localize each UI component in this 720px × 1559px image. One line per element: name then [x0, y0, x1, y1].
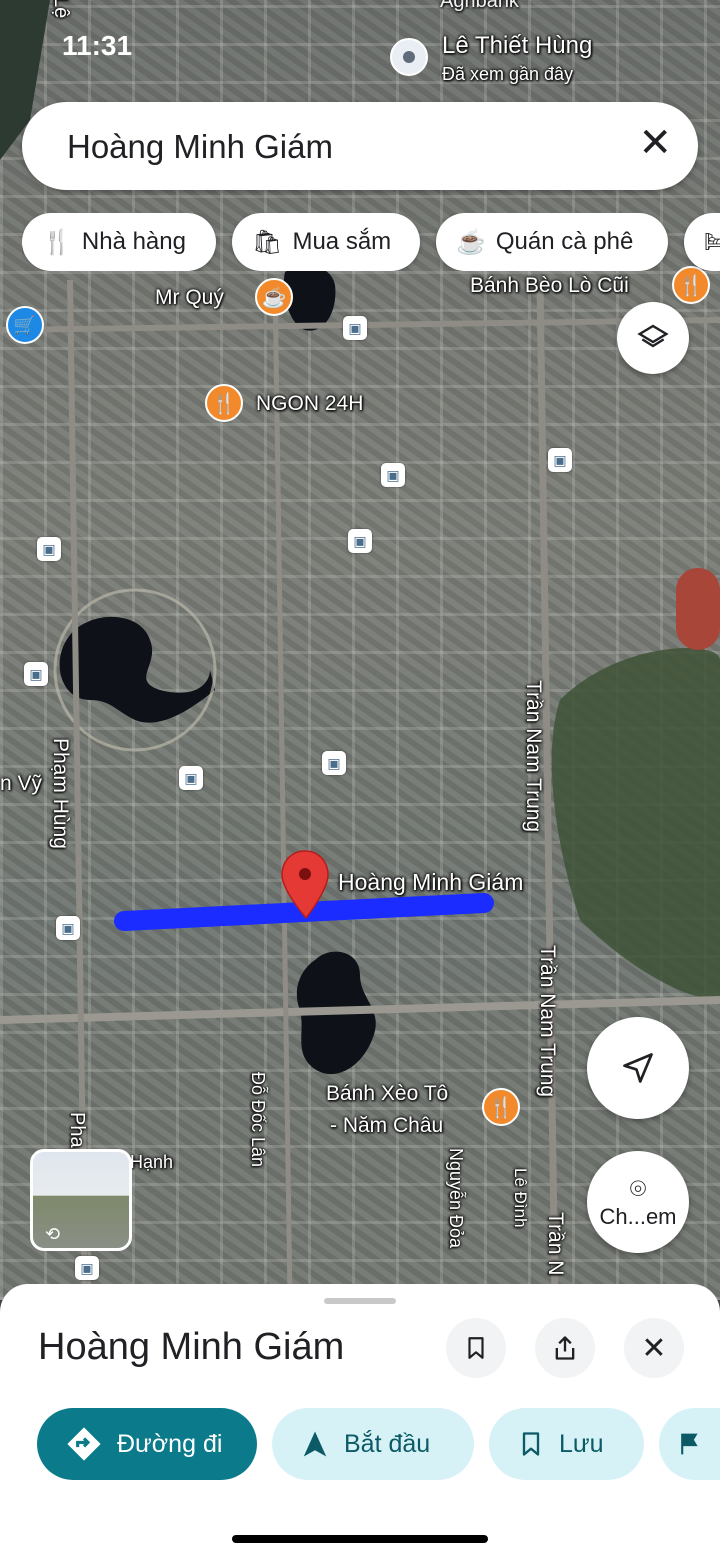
- flag-icon: [681, 1433, 698, 1455]
- directions-label: Đường đi: [117, 1429, 223, 1458]
- coffee-cup-icon: ☕: [456, 228, 486, 256]
- bus-stop-icon[interactable]: ▣: [381, 463, 405, 487]
- restaurant-icon[interactable]: 🍴: [482, 1088, 520, 1126]
- home-indicator[interactable]: [232, 1535, 488, 1543]
- chip-hotel[interactable]: 🛏: [684, 213, 720, 271]
- poi-label-banh-beo[interactable]: Bánh Bèo Lò Cũi: [470, 274, 629, 298]
- chip-label: Nhà hàng: [81, 228, 186, 255]
- search-bar[interactable]: Hoàng Minh Giám ✕: [22, 102, 698, 190]
- poi-label-banh-xeo-line2[interactable]: - Năm Châu: [330, 1114, 443, 1138]
- clear-search-icon[interactable]: ✕: [638, 120, 672, 166]
- search-query[interactable]: Hoàng Minh Giám: [67, 128, 333, 166]
- start-label: Bắt đầu: [344, 1429, 431, 1458]
- street-label-le-dinh: Lê Đình: [511, 1168, 530, 1228]
- navigation-arrow-icon: [623, 1053, 653, 1083]
- bus-stop-icon[interactable]: ▣: [37, 537, 61, 561]
- street-label-pha: Pha: [66, 1112, 88, 1148]
- rotate-360-icon: ⟲: [45, 1224, 61, 1244]
- bus-stop-icon[interactable]: ▣: [24, 662, 48, 686]
- place-bottom-sheet: Hoàng Minh Giám ✕ Đường đi Bắt đầu Lưu: [0, 1284, 720, 1559]
- track-field: [676, 568, 720, 650]
- restaurant-icon[interactable]: 🍴: [205, 384, 243, 422]
- save-icon-button[interactable]: [446, 1318, 506, 1378]
- directions-button[interactable]: Đường đi: [37, 1408, 257, 1480]
- my-location-button[interactable]: [587, 1017, 689, 1119]
- close-button[interactable]: ✕: [624, 1318, 684, 1378]
- street-label-nguyen-doa: Nguyễn Đỏa: [446, 1148, 466, 1249]
- place-title: Hoàng Minh Giám: [38, 1326, 345, 1368]
- chip-label: Mua sắm: [292, 228, 392, 255]
- navigation-arrow-icon: [303, 1431, 327, 1457]
- sheet-drag-handle[interactable]: [324, 1298, 396, 1304]
- close-icon: ✕: [641, 1331, 667, 1365]
- street-label-tran-nam-trung-2: Trần Nam Trung: [536, 945, 559, 1098]
- chip-restaurants[interactable]: 🍴 Nhà hàng: [22, 213, 216, 271]
- restaurant-icon[interactable]: 🍴: [672, 266, 710, 304]
- layers-icon: [637, 324, 669, 348]
- bus-stop-icon[interactable]: ▣: [343, 316, 367, 340]
- bus-stop-icon[interactable]: ▣: [548, 448, 572, 472]
- poi-label-mr-quy[interactable]: Mr Quý: [155, 286, 224, 310]
- poi-label-ngon-24h[interactable]: NGON 24H: [256, 392, 363, 416]
- green-area-east: [551, 648, 720, 1000]
- street-label-vy: n Vỹ: [0, 772, 43, 795]
- share-icon: [555, 1336, 575, 1360]
- top-cut-label: Agribank: [440, 0, 519, 12]
- recent-place-name[interactable]: Lê Thiết Hùng: [442, 32, 592, 60]
- bed-icon: 🛏: [704, 229, 720, 254]
- street-view-thumbnail[interactable]: ⟲: [30, 1149, 132, 1251]
- chip-shopping[interactable]: 🛍 Mua sắm: [232, 213, 420, 271]
- directions-icon: [67, 1427, 101, 1461]
- status-time: 11:31: [62, 30, 133, 61]
- poi-label-banh-xeo-line1[interactable]: Bánh Xèo Tô: [326, 1082, 448, 1106]
- bus-stop-icon[interactable]: ▣: [56, 916, 80, 940]
- layers-button[interactable]: [617, 302, 689, 374]
- selected-street-label: Hoàng Minh Giám: [338, 869, 524, 895]
- street-label-pham-hung: Phạm Hùng: [49, 738, 72, 849]
- camera-icon: ⌾: [629, 1173, 647, 1204]
- bus-stop-icon[interactable]: ▣: [75, 1256, 99, 1280]
- bus-stop-icon[interactable]: ▣: [179, 766, 203, 790]
- bookmark-icon: [522, 1432, 540, 1456]
- camera-search-button[interactable]: ⌾ Ch...em: [587, 1151, 689, 1253]
- coffee-icon[interactable]: ☕: [255, 278, 293, 316]
- category-chips: 🍴 Nhà hàng 🛍 Mua sắm ☕ Quán cà phê 🛏: [22, 213, 720, 271]
- bookmark-icon: [468, 1337, 484, 1359]
- chip-label: Quán cà phê: [495, 228, 634, 255]
- street-label-le: Lệ: [50, 0, 72, 19]
- lake-north: [59, 616, 215, 723]
- share-button[interactable]: [535, 1318, 595, 1378]
- start-button[interactable]: Bắt đầu: [272, 1408, 474, 1480]
- bus-stop-icon[interactable]: ▣: [348, 529, 372, 553]
- save-button[interactable]: Lưu: [489, 1408, 644, 1480]
- shopping-bag-icon: 🛍: [252, 228, 283, 256]
- bus-stop-icon[interactable]: ▣: [322, 751, 346, 775]
- street-label-hanh: Hạnh: [130, 1152, 174, 1172]
- street-label-do-doc-lan: Đỗ Đốc Lân: [248, 1072, 268, 1168]
- save-label: Lưu: [559, 1429, 604, 1458]
- fork-knife-icon: 🍴: [42, 228, 72, 256]
- street-label-tran-n: Trần N: [544, 1212, 567, 1276]
- more-action-button[interactable]: [659, 1408, 720, 1480]
- road-v3: [272, 279, 293, 1300]
- chip-coffee[interactable]: ☕ Quán cà phê: [436, 213, 668, 271]
- recent-place-pin-icon[interactable]: [390, 38, 428, 76]
- camera-button-label: Ch...em: [599, 1204, 677, 1229]
- recent-place-subtitle: Đã xem gần đây: [442, 64, 574, 84]
- shopping-cart-icon[interactable]: 🛒: [6, 306, 44, 344]
- street-label-tran-nam-trung-1: Trần Nam Trung: [522, 680, 545, 833]
